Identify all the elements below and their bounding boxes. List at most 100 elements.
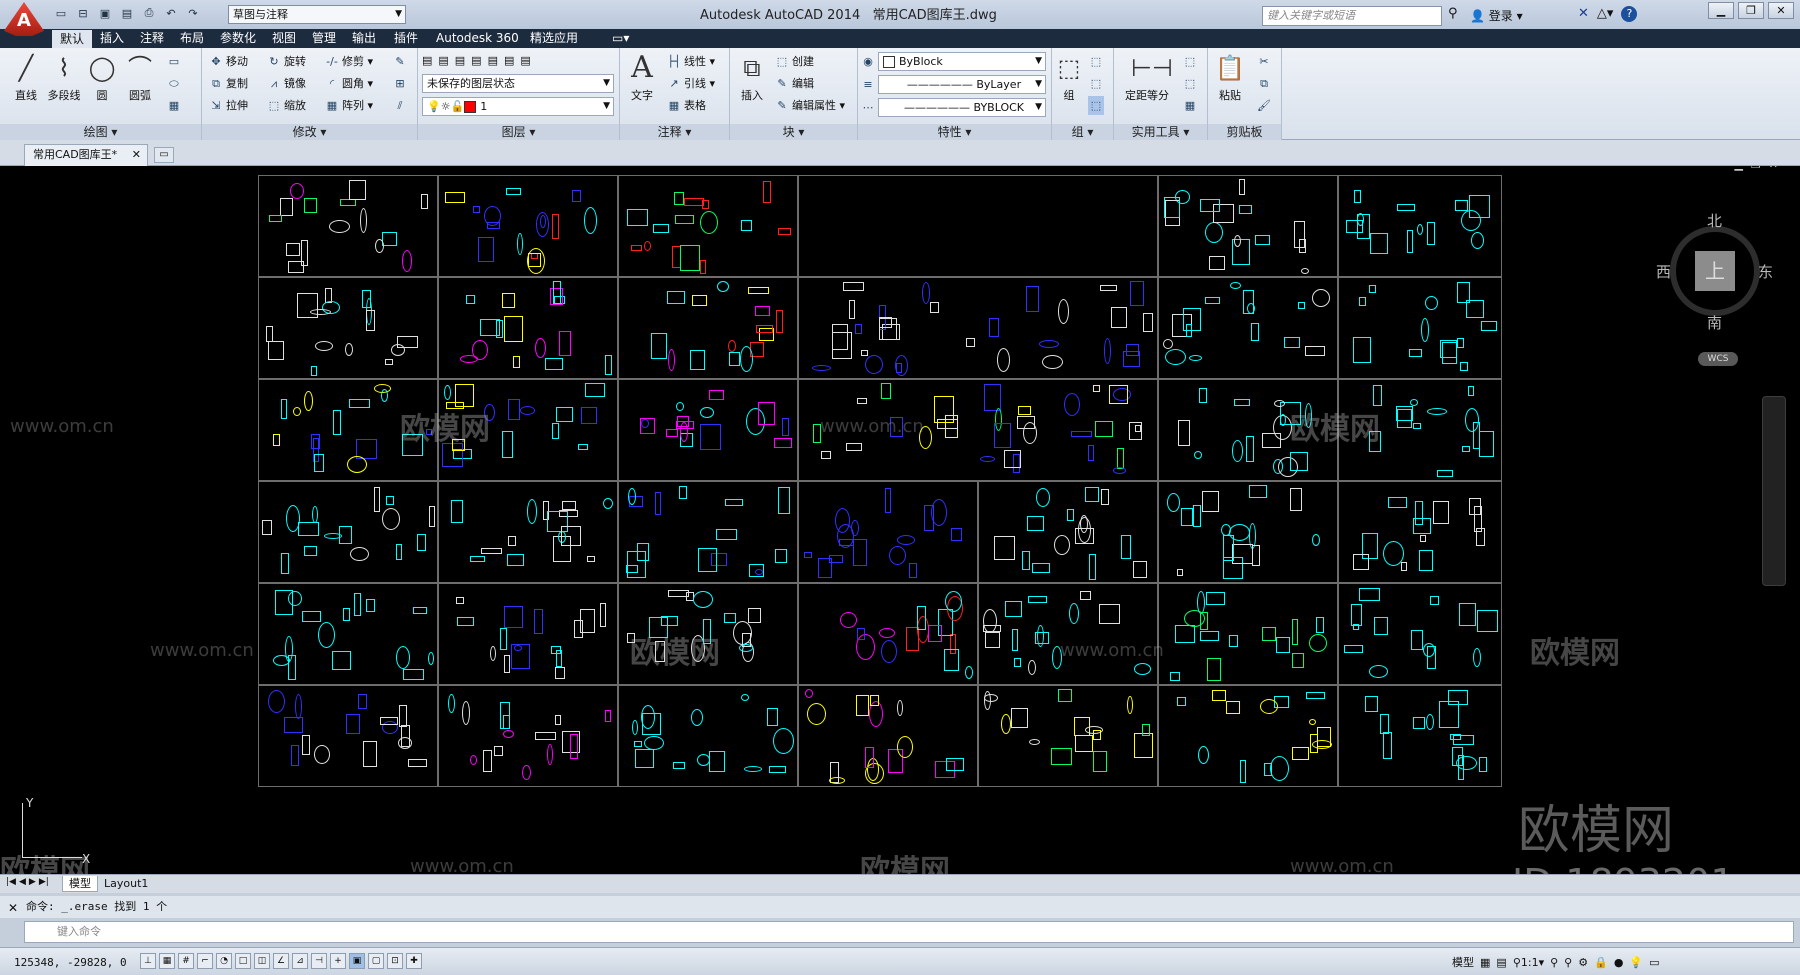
redo-icon[interactable]: ↷ [184,5,202,21]
library-cell[interactable] [618,175,798,277]
minimize-button[interactable]: ▁ [1708,2,1734,19]
qp-toggle[interactable]: ▢ [368,953,384,969]
lock-ui-icon[interactable]: 🔒 [1594,956,1608,969]
tab-insert[interactable]: 插入 [92,29,132,48]
library-cell[interactable] [978,583,1158,685]
save-as-icon[interactable]: ▤ [118,5,136,21]
library-cell[interactable] [798,583,978,685]
tab-parametric[interactable]: 参数化 [212,29,264,48]
library-cell[interactable] [798,685,978,787]
library-cell[interactable] [438,481,618,583]
rotate-button[interactable]: ↻ 旋转 [266,52,306,71]
compass-east[interactable]: 东 [1758,261,1773,282]
transparency-toggle[interactable]: ▣ [349,953,365,969]
maximize-button[interactable]: ❐ [1738,2,1764,19]
new-icon[interactable]: ▭ [52,5,70,21]
open-icon[interactable]: ⊟ [74,5,92,21]
library-cell[interactable] [438,175,618,277]
library-cell[interactable] [1158,583,1338,685]
offset-button[interactable]: ⫽ [392,96,410,115]
clean-screen-icon[interactable]: ▭ [1649,956,1659,969]
annotation-visibility-icon[interactable]: ⚲ [1550,956,1558,969]
tab-autodesk360[interactable]: Autodesk 360 [428,29,527,48]
library-cell[interactable] [1158,175,1338,277]
lineweight-select[interactable]: —————— BYBLOCK ▼ [878,98,1046,117]
binoculars-icon[interactable]: ⚲ [1448,6,1458,21]
first-layout-icon[interactable]: |◀ [6,877,16,887]
save-icon[interactable]: ▣ [96,5,114,21]
scale-button[interactable]: ⬚ 缩放 [266,96,306,115]
lineweight-toggle[interactable]: + [330,953,346,969]
circle-button[interactable]: ◯ 圆 [82,52,122,103]
layers-panel-title[interactable]: 图层 ▾ [418,124,619,140]
groups-panel-title[interactable]: 组 ▾ [1052,124,1113,140]
draw-panel-title[interactable]: 绘图 ▾ [0,124,201,140]
close-icon[interactable]: ✕ [132,145,141,165]
array-button[interactable]: ▦ 阵列 ▾ [324,96,373,115]
undo-icon[interactable]: ↶ [162,5,180,21]
auto-scale-icon[interactable]: ⚲ [1564,956,1572,969]
search-input[interactable]: 键入关键字或短语 [1262,6,1442,26]
library-cell[interactable] [438,685,618,787]
table-button[interactable]: ▦ 表格 [666,96,706,115]
linetype-select[interactable]: —————— ByLayer ▼ [878,75,1046,94]
dyn-toggle[interactable]: ⊣ [311,953,327,969]
wcs-menu[interactable]: WCS [1698,352,1738,366]
create-block-button[interactable]: ⬚ 创建 [774,52,814,71]
library-cell[interactable] [978,685,1158,787]
library-cell[interactable] [1338,685,1502,787]
block-panel-title[interactable]: 块 ▾ [730,124,857,140]
linear-dim-button[interactable]: ├┤ 线性 ▾ [666,52,715,71]
library-cell[interactable] [258,583,438,685]
library-cell[interactable] [1338,277,1502,379]
utilities-panel-title[interactable]: 实用工具 ▾ [1114,124,1207,140]
annotation-panel-title[interactable]: 注释 ▾ [620,124,729,140]
clipboard-panel-title[interactable]: 剪贴板 [1208,124,1281,140]
group-select-button[interactable]: ⬚ [1088,96,1106,115]
library-cell[interactable] [1338,583,1502,685]
drawing-canvas[interactable]: www.om.cn www.om.cn www.om.cn www.om.cn … [0,166,1800,874]
tab-layout[interactable]: 布局 [172,29,212,48]
layer-tools-row[interactable]: ▤▤▤▤▤▤▤ [422,51,537,70]
quick-view-layouts-icon[interactable]: ▦ [1480,956,1490,969]
library-cell[interactable] [258,277,438,379]
ducs-toggle[interactable]: ⊿ [292,953,308,969]
group-edit-button[interactable]: ⬚ [1088,74,1106,93]
quick-select-button[interactable]: ⬚ [1182,52,1200,71]
ungroup-button[interactable]: ⬚ [1088,52,1106,71]
library-cell[interactable] [438,583,618,685]
document-tab[interactable]: 常用CAD图库王* ✕ [24,144,148,166]
am-toggle[interactable]: ✚ [406,953,422,969]
leader-button[interactable]: ↗ 引线 ▾ [666,74,715,93]
library-cell[interactable] [1158,685,1338,787]
rectangle-button[interactable]: ▭ [166,52,184,71]
navigation-bar[interactable] [1762,396,1786,586]
library-cell[interactable] [798,277,1158,379]
annotation-scale[interactable]: ⚲1:1▾ [1513,956,1544,969]
group-button[interactable]: ⬚ 组 [1054,52,1084,103]
tab-layout1[interactable]: Layout1 [98,876,154,892]
3d-osnap-toggle[interactable]: ◫ [254,953,270,969]
layer-select[interactable]: 💡☼🔓 1 ▼ [422,97,614,116]
library-cell[interactable] [1158,481,1338,583]
library-cell[interactable] [798,481,978,583]
move-button[interactable]: ✥ 移动 [208,52,248,71]
ellipse-button[interactable]: ⬭ [166,74,184,93]
compass-south[interactable]: 南 [1707,312,1722,333]
new-tab-button[interactable]: ▭ [154,147,174,163]
login-button[interactable]: 👤 登录 ▾ [1470,7,1523,24]
library-cell[interactable] [798,175,1158,277]
library-cell[interactable] [618,685,798,787]
prev-layout-icon[interactable]: ◀ [19,877,26,887]
arc-button[interactable]: ⌒ 圆弧 [120,52,160,103]
compass-north[interactable]: 北 [1707,210,1722,231]
next-layout-icon[interactable]: ▶ [29,877,36,887]
library-cell[interactable] [1158,277,1338,379]
model-space-label[interactable]: 模型 [1452,954,1474,970]
grid-toggle[interactable]: # [178,953,194,969]
compass-west[interactable]: 西 [1656,261,1671,282]
close-viewport-icon[interactable]: ✕ [1769,166,1778,171]
quick-view-drawings-icon[interactable]: ▤ [1496,956,1506,969]
trim-button[interactable]: -/- 修剪 ▾ [324,52,373,71]
layer-state-select[interactable]: 未保存的图层状态 ▼ [422,74,614,93]
